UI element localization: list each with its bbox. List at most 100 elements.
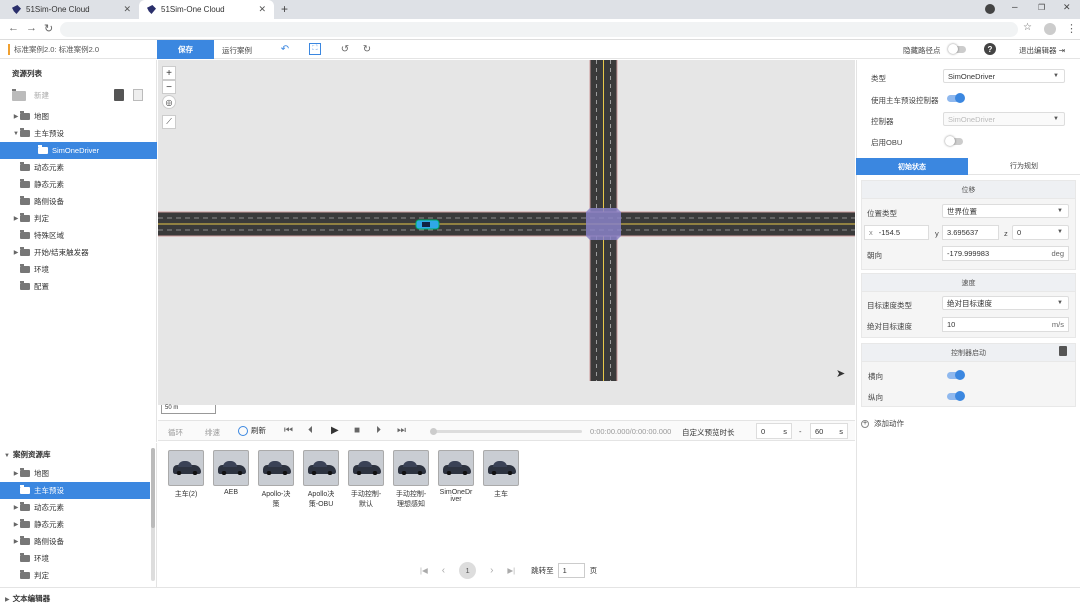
resource-tree-item[interactable]: ▶ 开始/结束触发器 xyxy=(0,244,157,261)
resource-tree-item[interactable]: ▶ 地图 xyxy=(0,108,157,125)
next-page-button[interactable]: › xyxy=(490,565,493,576)
address-bar[interactable] xyxy=(60,22,1018,37)
vehicle-preset-card[interactable]: AEB xyxy=(211,450,251,496)
stop-icon[interactable]: ■ xyxy=(354,425,360,436)
hide-waypoints-toggle[interactable] xyxy=(948,44,966,54)
close-icon[interactable]: ✕ xyxy=(123,4,131,15)
resource-tree-item[interactable]: ▶ 判定 xyxy=(0,210,157,227)
help-icon[interactable]: ? xyxy=(984,43,996,55)
absolute-speed-input[interactable]: 10 m/s xyxy=(942,317,1069,332)
restore-icon[interactable]: ❐ xyxy=(1038,3,1045,12)
vehicle-preset-card[interactable]: 手动控制- 默认 xyxy=(346,450,386,509)
use-preset-controller-toggle[interactable] xyxy=(947,93,965,103)
exit-editor-button[interactable]: 退出编辑器 ⇥ xyxy=(1019,45,1065,56)
zoom-out-button[interactable]: − xyxy=(162,80,176,94)
playback-progress-slider[interactable] xyxy=(430,428,582,435)
heading-input[interactable]: -179.999983 deg xyxy=(942,246,1069,261)
scrollbar-thumb[interactable] xyxy=(151,448,155,528)
play-icon[interactable]: ▶ xyxy=(331,425,339,436)
lateral-toggle[interactable] xyxy=(947,370,965,380)
add-action-button[interactable]: + 添加动作 xyxy=(861,418,904,429)
y-input[interactable]: 3.695637 xyxy=(942,225,999,240)
resource-tree-item[interactable]: 特殊区域 xyxy=(0,227,157,244)
library-tree-item[interactable]: ▶ 地图 xyxy=(0,465,150,482)
fit-view-icon[interactable]: ⛶ xyxy=(309,43,321,55)
caret-right-icon[interactable]: ▶ xyxy=(12,470,20,477)
loop-button[interactable]: 循环 xyxy=(168,427,183,438)
current-page[interactable]: 1 xyxy=(459,561,477,579)
resource-tree-item[interactable]: 配置 xyxy=(0,278,157,295)
bookmark-star-icon[interactable]: ☆ xyxy=(1023,22,1032,33)
close-window-icon[interactable]: ✕ xyxy=(1063,2,1071,13)
prev-page-button[interactable]: ‹ xyxy=(442,565,445,576)
library-tree-item[interactable]: 判定 xyxy=(0,567,150,584)
fast-forward-end-icon[interactable]: ⏭ xyxy=(397,425,406,436)
vehicle-preset-card[interactable]: Apollo-决策 xyxy=(256,450,296,509)
caret-right-icon[interactable]: ▶ xyxy=(12,538,20,545)
close-icon[interactable]: ✕ xyxy=(258,4,266,15)
vehicle-preset-card[interactable]: 主车(2) xyxy=(166,450,206,499)
browser-tab-active[interactable]: 51Sim-One Cloud ✕ xyxy=(139,0,274,19)
duration-end-input[interactable]: 60 s xyxy=(810,423,848,439)
type-select[interactable]: SimOneDriver ▼ xyxy=(943,69,1065,83)
measure-ruler-icon[interactable]: ⟋ xyxy=(162,115,176,129)
follow-button[interactable]: 绯速 xyxy=(205,427,220,438)
caret-right-icon[interactable]: ▶ xyxy=(12,521,20,528)
vehicle-preset-card[interactable]: Apollo决 策-OBU xyxy=(301,450,341,509)
longitudinal-toggle[interactable] xyxy=(947,391,965,401)
target-speed-type-select[interactable]: 绝对目标速度 ▼ xyxy=(942,296,1069,310)
minimize-icon[interactable]: – xyxy=(1012,2,1018,13)
enable-obu-toggle[interactable] xyxy=(945,136,963,146)
rewind-start-icon[interactable]: ⏮ xyxy=(284,425,293,436)
caret-right-icon[interactable]: ▶ xyxy=(12,249,20,256)
resource-tree-item[interactable]: ▼ 主车预设 xyxy=(0,125,157,142)
scrollbar[interactable] xyxy=(151,448,155,581)
duration-start-input[interactable]: 0 s xyxy=(756,423,792,439)
redo-icon[interactable]: ↻ xyxy=(361,43,373,55)
z-select[interactable]: 0 ▼ xyxy=(1012,225,1069,240)
record-icon[interactable] xyxy=(985,4,995,14)
profile-avatar[interactable] xyxy=(1044,23,1056,35)
vehicle-preset-card[interactable]: 主车 xyxy=(481,450,521,499)
tab-behavior-planning[interactable]: 行为规划 xyxy=(968,158,1080,175)
library-tree-item[interactable]: ▶ 动态元素 xyxy=(0,499,150,516)
x-input[interactable]: x -154.5 xyxy=(864,225,929,240)
rotate-tool-icon[interactable]: ↶ xyxy=(279,43,291,55)
zoom-in-button[interactable]: + xyxy=(162,66,176,80)
caret-down-icon[interactable]: ▼ xyxy=(12,131,20,137)
library-tree-item[interactable]: ▶ 路侧设备 xyxy=(0,533,150,550)
case-library-title[interactable]: ▼ 案例资源库 xyxy=(4,449,50,460)
forward-icon[interactable]: → xyxy=(26,22,37,34)
step-back-icon[interactable]: ⏴ xyxy=(308,425,313,436)
run-case-button[interactable]: 运行案例 xyxy=(222,45,252,56)
reload-icon[interactable]: ↻ xyxy=(44,22,53,35)
resource-tree-item[interactable]: 路侧设备 xyxy=(0,193,157,210)
vehicle-preset-card[interactable]: SimOneDr iver xyxy=(436,450,476,503)
copy-icon[interactable] xyxy=(133,89,143,101)
scene-map[interactable] xyxy=(158,60,855,405)
library-tree-item[interactable]: 环境 xyxy=(0,550,150,567)
resource-tree-item[interactable]: 环境 xyxy=(0,261,157,278)
jump-page-input[interactable]: 1 xyxy=(557,562,585,578)
text-editor-toggle[interactable]: ▶ 文本编辑器 xyxy=(5,593,50,604)
last-page-button[interactable]: ▶| xyxy=(507,566,515,575)
new-resource-button[interactable]: 新建 xyxy=(12,88,49,101)
browser-tab[interactable]: 51Sim-One Cloud ✕ xyxy=(4,0,139,19)
delete-icon[interactable] xyxy=(114,89,124,101)
library-tree-item[interactable]: ▶ 静态元素 xyxy=(0,516,150,533)
refresh-button[interactable]: 刷新 xyxy=(238,425,266,436)
tab-initial-state[interactable]: 初始状态 xyxy=(856,158,968,175)
vehicle-preset-card[interactable]: 手动控制- 理想感知 xyxy=(391,450,431,509)
position-type-select[interactable]: 世界位置 ▼ xyxy=(942,204,1069,218)
more-menu-icon[interactable]: ⋮ xyxy=(1066,22,1077,35)
step-forward-icon[interactable]: ⏵ xyxy=(376,425,381,436)
caret-right-icon[interactable]: ▶ xyxy=(12,113,20,120)
first-page-button[interactable]: |◀ xyxy=(420,566,428,575)
save-button[interactable]: 保存 xyxy=(157,40,214,59)
new-tab-button[interactable]: + xyxy=(281,2,288,16)
resource-tree-item[interactable]: 动态元素 xyxy=(0,159,157,176)
controller-select[interactable]: SimOneDriver ▼ xyxy=(943,112,1065,126)
compass-icon[interactable]: ◎ xyxy=(162,95,176,109)
undo-icon[interactable]: ↺ xyxy=(339,43,351,55)
library-tree-item[interactable]: 主车预设 xyxy=(0,482,150,499)
